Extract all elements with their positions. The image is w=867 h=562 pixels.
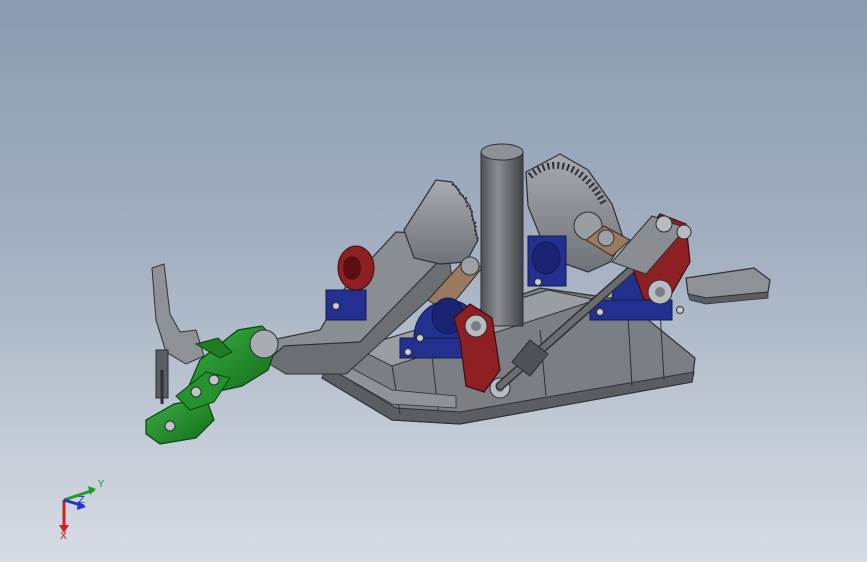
y-axis-label: Y xyxy=(98,479,105,490)
coordinate-triad: Y Z X xyxy=(52,478,112,544)
right-pedal-plate xyxy=(685,267,771,305)
left-gear-sector xyxy=(403,179,479,265)
x-axis-label: X xyxy=(60,531,67,542)
z-axis-label: Z xyxy=(78,495,85,506)
green-foot-assembly xyxy=(145,263,279,445)
graphics-viewport[interactable]: Y Z X xyxy=(0,0,867,562)
3d-model-view[interactable] xyxy=(0,0,867,562)
vertical-column xyxy=(480,143,524,327)
rear-bearing-block xyxy=(527,235,567,287)
y-axis-arrowhead xyxy=(88,486,96,495)
